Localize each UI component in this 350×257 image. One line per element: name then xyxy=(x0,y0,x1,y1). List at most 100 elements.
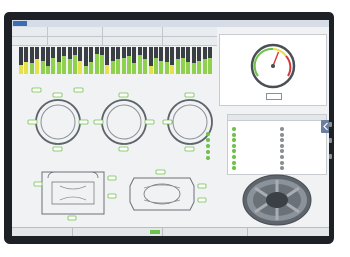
legend-left-list xyxy=(232,127,276,173)
gauge-readout-box xyxy=(266,93,282,100)
level-bar-fill xyxy=(208,57,212,74)
status-legend-panel xyxy=(227,114,327,175)
level-bar xyxy=(78,47,83,74)
level-bar xyxy=(62,47,67,74)
legend-title-bar xyxy=(228,115,326,121)
bar-divider xyxy=(72,228,73,236)
level-bar-fill xyxy=(159,60,164,74)
level-bar xyxy=(132,47,137,74)
level-bar xyxy=(35,47,40,74)
wheel-3d-model[interactable] xyxy=(225,170,325,226)
level-bar xyxy=(159,47,164,74)
level-bar xyxy=(105,47,110,74)
menu-tab-active[interactable] xyxy=(13,21,27,26)
level-bar xyxy=(127,47,131,74)
monitor xyxy=(4,12,334,244)
bar-divider xyxy=(247,228,248,236)
level-bar xyxy=(154,47,158,74)
menu-bar xyxy=(12,20,329,27)
bottom-status-bar xyxy=(12,227,329,236)
level-bar-fill xyxy=(89,61,94,74)
level-bar-fill xyxy=(19,64,23,74)
legend-indicator-right xyxy=(280,132,284,137)
side-vent xyxy=(329,122,332,159)
level-bar-fill xyxy=(94,53,99,74)
legend-indicator-right xyxy=(280,160,284,165)
level-bar xyxy=(208,47,212,74)
level-bar-fill xyxy=(105,64,110,74)
level-bar-fill xyxy=(62,56,67,74)
level-bar-fill xyxy=(164,61,169,74)
bar-divider xyxy=(162,228,163,236)
level-bar xyxy=(186,47,191,74)
level-bar xyxy=(137,47,142,74)
legend-indicator-left xyxy=(232,132,236,137)
level-bar-fill xyxy=(73,55,77,74)
level-bar-fill xyxy=(24,61,29,74)
level-bar xyxy=(181,47,185,74)
level-bar xyxy=(197,47,202,74)
level-bar xyxy=(148,47,153,74)
level-bar xyxy=(164,47,169,74)
level-bar-fill xyxy=(148,65,153,74)
level-bar-fill xyxy=(202,59,207,74)
level-bar xyxy=(170,47,175,74)
level-bar xyxy=(29,47,34,74)
level-bar xyxy=(67,47,72,74)
level-bar-fill xyxy=(186,61,191,74)
legend-indicator-right xyxy=(280,138,284,143)
level-bar-fill xyxy=(29,63,34,74)
level-bar-strip xyxy=(19,47,215,74)
level-bar xyxy=(89,47,94,74)
level-bar xyxy=(100,47,104,74)
level-bar-fill xyxy=(191,63,196,74)
side-section-drawing xyxy=(33,171,117,221)
bearing-1[interactable] xyxy=(27,87,89,152)
level-bar-fill xyxy=(40,60,45,74)
status-badge xyxy=(150,230,160,234)
level-bar xyxy=(73,47,77,74)
level-bar xyxy=(110,47,115,74)
bearing-3[interactable] xyxy=(162,92,213,152)
level-bar xyxy=(143,47,148,74)
legend-indicator-left xyxy=(232,155,236,159)
level-bar xyxy=(46,47,50,74)
legend-indicator-left xyxy=(232,149,236,154)
level-bar xyxy=(116,47,121,74)
status-indicator xyxy=(206,132,210,136)
level-bar-fill xyxy=(83,65,88,74)
front-section-drawing xyxy=(129,169,207,211)
level-bar-fill xyxy=(116,59,121,74)
level-bar xyxy=(83,47,88,74)
legend-indicator-right xyxy=(280,149,284,154)
gauge-panel xyxy=(219,34,327,106)
level-bar xyxy=(191,47,196,74)
status-indicator xyxy=(206,138,210,142)
status-indicator xyxy=(206,156,210,160)
legend-indicator-left xyxy=(232,138,236,143)
technical-drawings xyxy=(33,169,207,221)
level-bar-fill xyxy=(100,55,104,74)
level-bar-fill xyxy=(181,57,185,74)
level-bar xyxy=(121,47,126,74)
level-bar xyxy=(94,47,99,74)
level-bar-fill xyxy=(78,60,83,74)
level-bar-fill xyxy=(127,56,131,74)
legend-indicator-right xyxy=(280,155,284,159)
level-bar-fill xyxy=(137,55,142,74)
gauge-dial xyxy=(250,43,296,89)
header-info-grid xyxy=(12,27,217,46)
level-bar-fill xyxy=(46,65,50,74)
level-bar-fill xyxy=(67,59,72,74)
bearing-2[interactable] xyxy=(93,92,155,152)
legend-indicator-left xyxy=(232,127,236,131)
legend-indicator-left xyxy=(232,160,236,165)
level-bar-fill xyxy=(110,60,115,74)
status-indicator xyxy=(206,144,210,148)
level-bar xyxy=(51,47,56,74)
level-bar-fill xyxy=(197,60,202,74)
legend-indicator-right xyxy=(280,143,284,148)
bearing-diagrams xyxy=(27,87,213,152)
level-bar-fill xyxy=(132,63,137,74)
level-bar-fill xyxy=(175,59,180,74)
